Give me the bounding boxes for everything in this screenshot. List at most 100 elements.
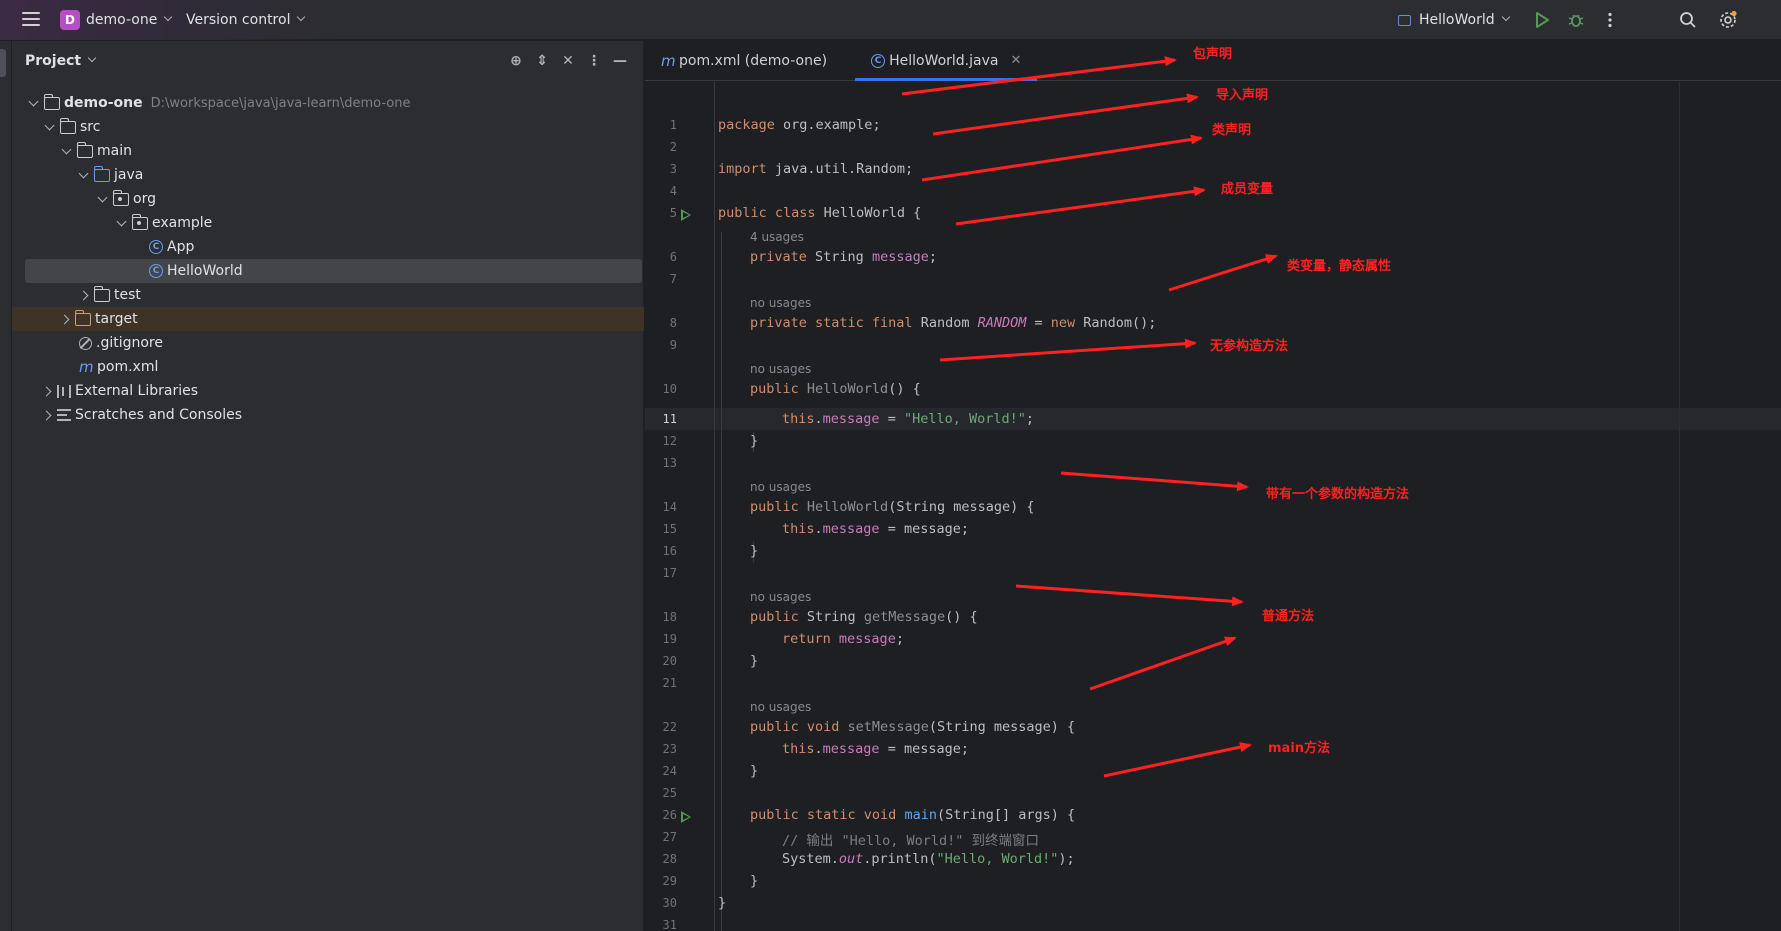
chevron-right-icon[interactable]	[57, 316, 71, 323]
line-number: 4	[669, 184, 677, 198]
collapse-all-icon[interactable]: ✕	[555, 53, 581, 69]
line-number: 25	[662, 786, 677, 800]
line-number: 16	[662, 544, 677, 558]
debug-icon[interactable]	[1566, 10, 1586, 30]
usages-hint[interactable]: no usages	[750, 700, 811, 714]
annotation-label-method: 普通方法	[1262, 609, 1315, 624]
search-icon[interactable]	[1678, 10, 1698, 30]
line-number: 15	[662, 522, 677, 536]
chevron-down-icon[interactable]	[87, 53, 97, 63]
tree-item-app[interactable]: C App	[12, 235, 644, 259]
locate-icon[interactable]: ⊕	[503, 53, 529, 69]
code-line: public void setMessage(String message) {	[750, 719, 1076, 735]
annotation-label-onearg: 带有一个参数的构造方法	[1266, 487, 1410, 502]
annotation-label-package: 包声明	[1193, 47, 1233, 62]
tab-pom-xml[interactable]: m pom.xml (demo-one)	[645, 41, 843, 80]
line-number: 18	[662, 610, 677, 624]
folder-icon	[93, 285, 110, 302]
run-config-icon	[1398, 14, 1411, 26]
chevron-down-icon[interactable]	[76, 172, 90, 179]
line-number: 12	[662, 434, 677, 448]
tree-item-pom[interactable]: m pom.xml	[12, 355, 644, 379]
chevron-down-icon[interactable]	[42, 124, 56, 131]
tree-item-label: target	[95, 311, 138, 327]
project-panel-header: Project ⊕ ⇕ ✕ ⋮ —	[12, 41, 643, 81]
annotation-label-static: 类变量，静态属性	[1287, 259, 1392, 274]
code-line: }	[750, 543, 759, 559]
chevron-down-icon[interactable]	[95, 196, 109, 203]
annotation-label-class: 类声明	[1212, 123, 1252, 138]
code-line: private String message;	[750, 249, 937, 265]
right-margin-guide	[1679, 82, 1680, 931]
usages-hint[interactable]: no usages	[750, 296, 811, 310]
line-number: 17	[662, 566, 677, 580]
line-number: 19	[662, 632, 677, 646]
scratches-icon	[57, 409, 71, 421]
tree-item-target[interactable]: target	[12, 307, 644, 331]
tree-item-label: test	[114, 287, 141, 303]
chevron-right-icon[interactable]	[76, 292, 90, 299]
line-number: 5	[669, 206, 677, 220]
project-badge[interactable]: D	[60, 10, 80, 30]
tree-item-demo-one[interactable]: demo-one D:\workspace\java\java-learn\de…	[12, 91, 644, 115]
chevron-down-icon[interactable]	[26, 100, 40, 107]
run-icon[interactable]	[1532, 10, 1552, 30]
tree-item-scratches[interactable]: Scratches and Consoles	[12, 403, 644, 427]
class-icon: C	[149, 264, 163, 278]
tab-helloworld-java[interactable]: C HelloWorld.java ✕	[855, 41, 1038, 81]
line-number: 28	[662, 852, 677, 866]
project-tool-button[interactable]	[0, 49, 6, 77]
tree-item-test[interactable]: test	[12, 283, 644, 307]
line-number: 29	[662, 874, 677, 888]
hide-icon[interactable]: —	[607, 53, 633, 69]
tree-item-helloworld[interactable]: C HelloWorld	[25, 259, 642, 283]
code-line: public HelloWorld(String message) {	[750, 499, 1035, 515]
project-switcher[interactable]: demo-one	[86, 12, 173, 28]
tree-item-src[interactable]: src	[12, 115, 644, 139]
expand-all-icon[interactable]: ⇕	[529, 53, 555, 69]
line-number: 11	[662, 412, 677, 426]
tree-item-gitignore[interactable]: .gitignore	[12, 331, 644, 355]
options-icon[interactable]: ⋮	[581, 53, 607, 69]
settings-icon[interactable]	[1718, 10, 1738, 30]
tree-item-java[interactable]: java	[12, 163, 644, 187]
code-line: }	[750, 763, 759, 779]
usages-hint[interactable]: 4 usages	[750, 230, 804, 244]
usages-hint[interactable]: no usages	[750, 590, 811, 604]
editor: m pom.xml (demo-one) C HelloWorld.java ✕…	[645, 41, 1781, 931]
chevron-right-icon[interactable]	[39, 412, 53, 419]
chevron-down-icon[interactable]	[114, 220, 128, 227]
tree-item-example[interactable]: example	[12, 211, 644, 235]
tree-item-external-libraries[interactable]: External Libraries	[12, 379, 644, 403]
code-line: }	[750, 653, 759, 669]
line-number: 8	[669, 316, 677, 330]
code-line: }	[750, 873, 759, 889]
chevron-right-icon[interactable]	[39, 388, 53, 395]
tree-item-label: HelloWorld	[167, 263, 243, 279]
close-icon[interactable]: ✕	[1010, 53, 1021, 68]
code-line: import java.util.Random;	[718, 161, 914, 177]
tree-item-main[interactable]: main	[12, 139, 644, 163]
tool-window-strip	[0, 41, 12, 931]
more-icon[interactable]	[1600, 10, 1620, 30]
run-gutter-icon[interactable]	[681, 811, 691, 823]
chevron-down-icon[interactable]	[59, 148, 73, 155]
line-number: 30	[662, 896, 677, 910]
folder-icon	[76, 141, 93, 158]
run-gutter-icon[interactable]	[681, 209, 691, 221]
code-line: this.message = message;	[782, 741, 969, 757]
chevron-down-icon	[164, 12, 173, 22]
code-comment: // 输出 "Hello, World!" 到终端窗口	[782, 833, 1040, 849]
hamburger-icon[interactable]	[22, 12, 40, 28]
version-control-menu[interactable]: Version control	[186, 12, 306, 28]
line-number: 2	[669, 140, 677, 154]
tree-item-org[interactable]: org	[12, 187, 644, 211]
annotation-label-noarg: 无参构造方法	[1210, 339, 1289, 354]
code-line: private static final Random RANDOM = new…	[750, 315, 1157, 331]
run-config-selector[interactable]: HelloWorld	[1398, 12, 1510, 28]
chevron-down-icon	[1501, 12, 1510, 22]
usages-hint[interactable]: no usages	[750, 362, 811, 376]
code-area[interactable]: 1 2 3 4 5 6 7 8 9 10 11 12 13 14 15 16 1…	[645, 82, 1781, 931]
project-panel-title[interactable]: Project	[25, 53, 81, 69]
usages-hint[interactable]: no usages	[750, 480, 811, 494]
